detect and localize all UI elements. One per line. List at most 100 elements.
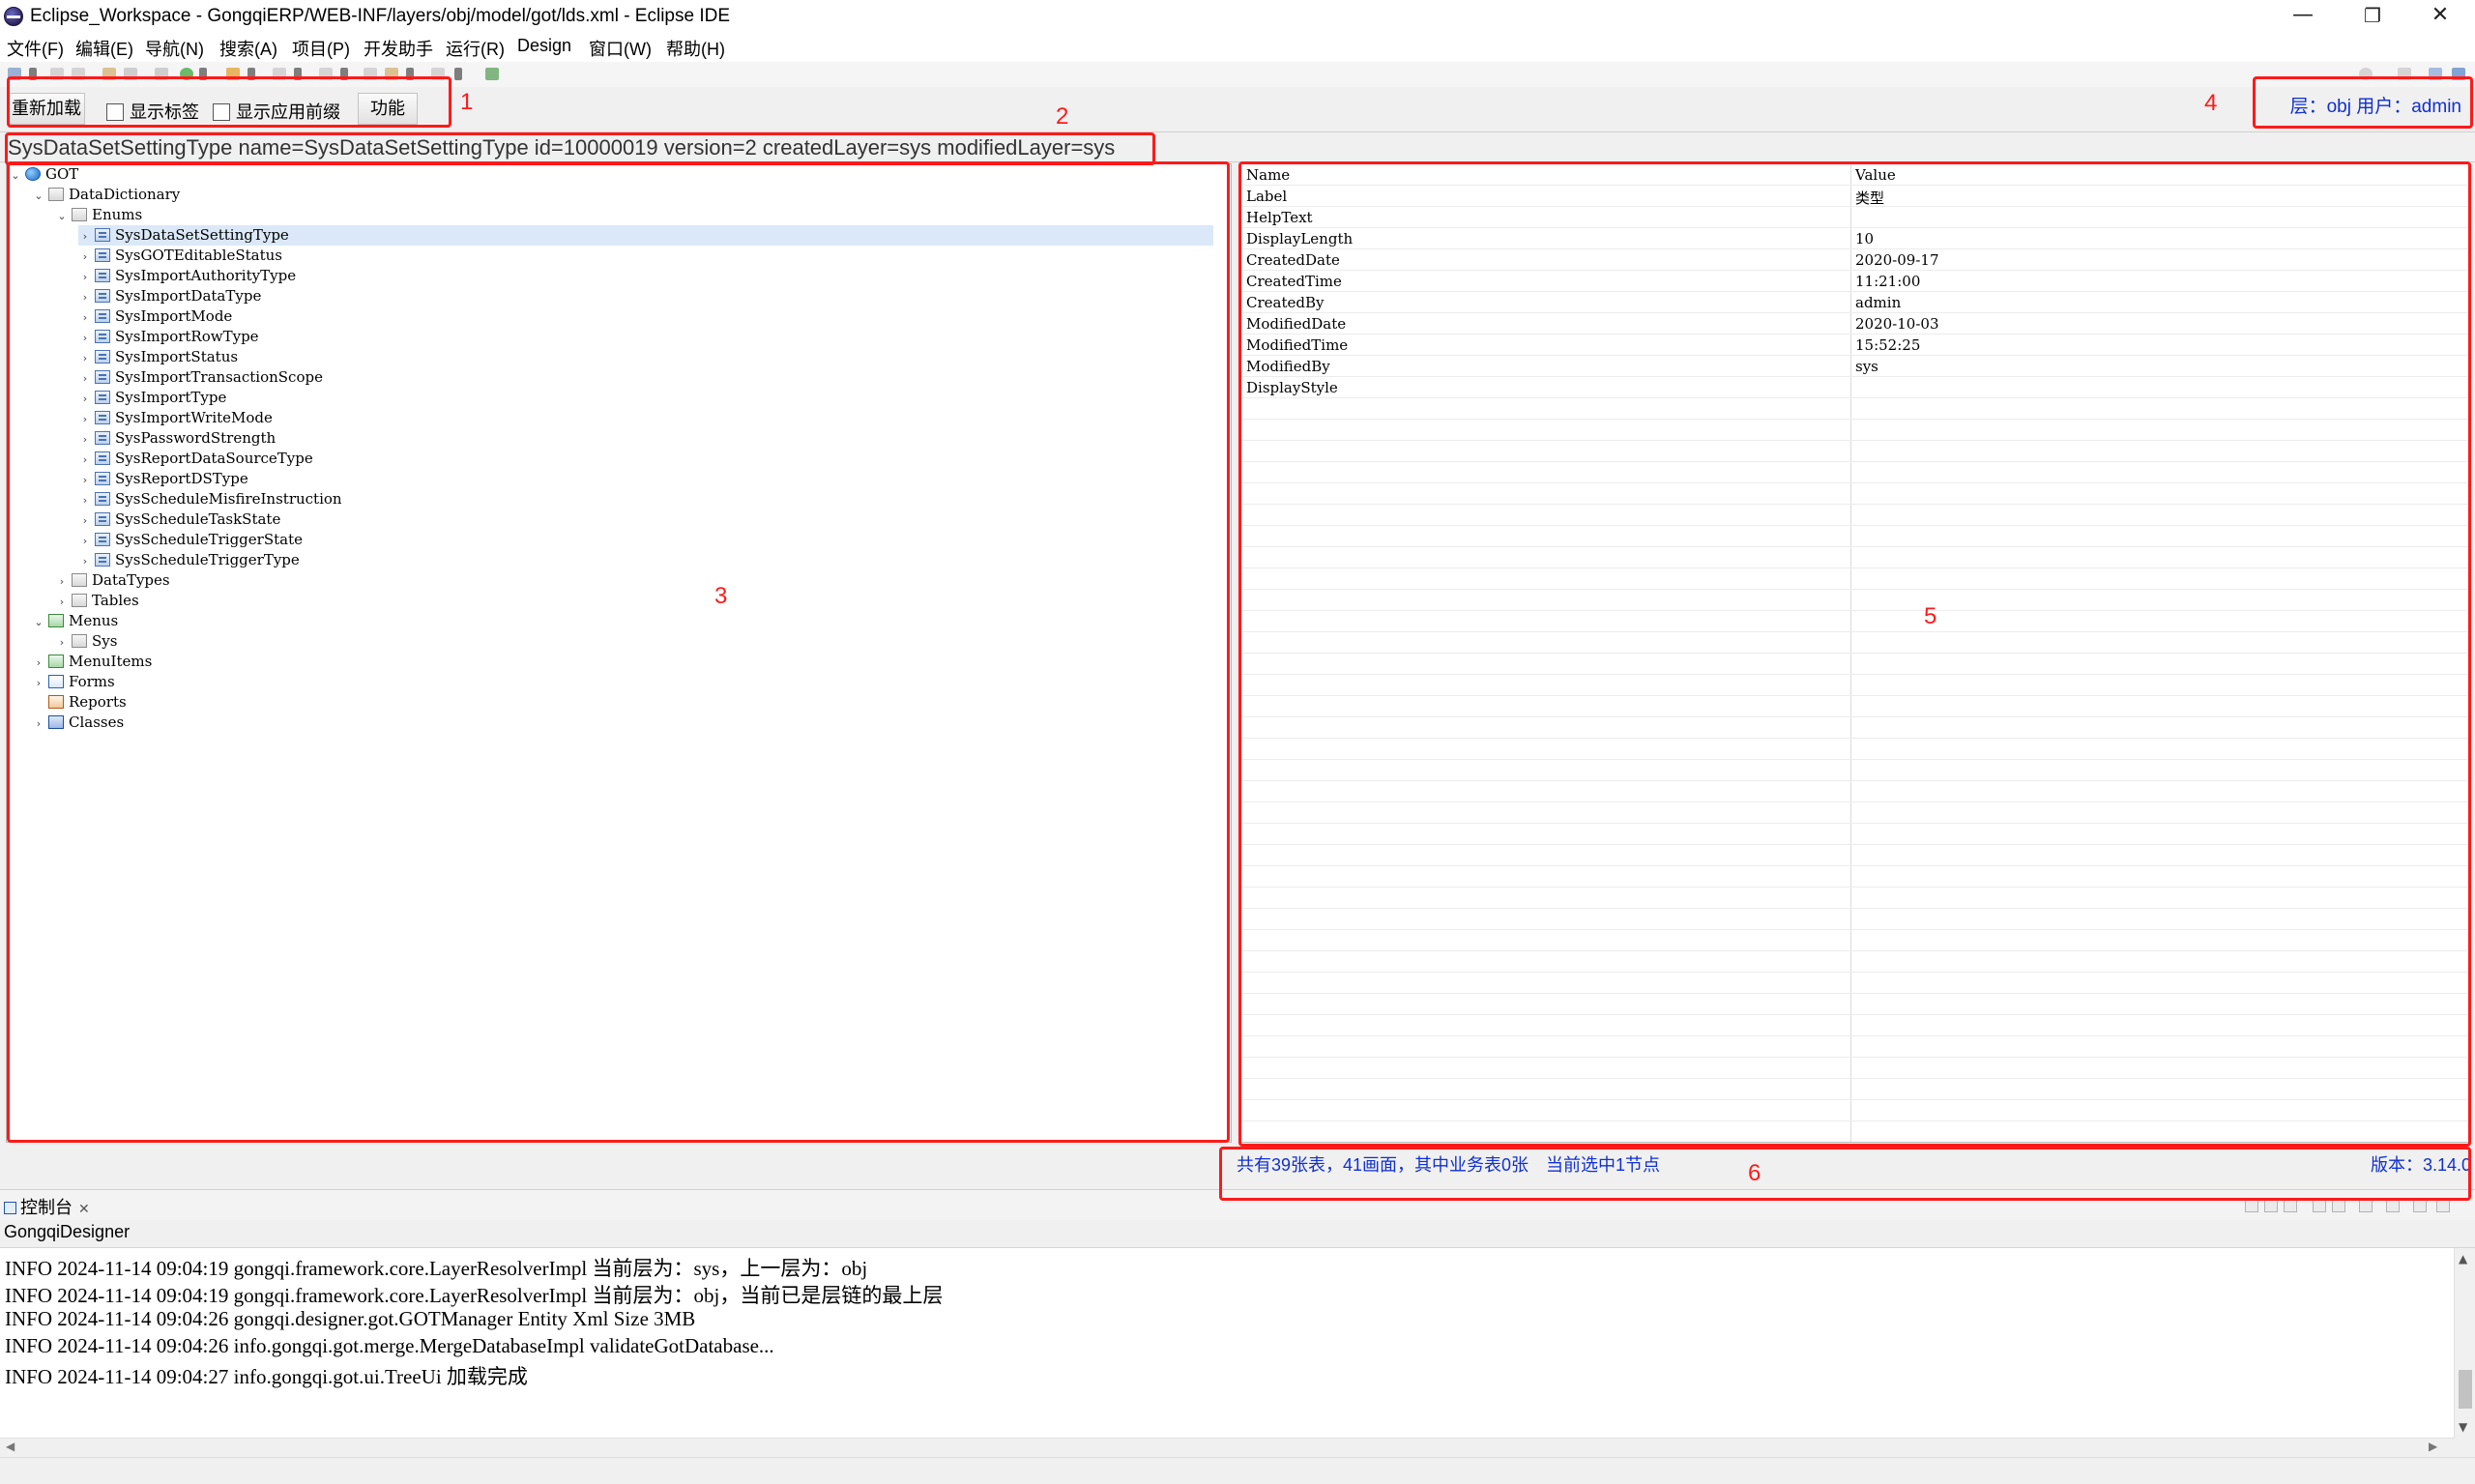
property-row[interactable]: DisplayLength 10 [1240, 228, 2470, 249]
build-icon[interactable] [102, 68, 116, 80]
property-value[interactable]: 类型 [1855, 188, 1884, 208]
close-button[interactable]: ✕ [2405, 0, 2475, 33]
menu-help[interactable]: 帮助(H) [666, 36, 725, 61]
property-value[interactable]: 2020-09-17 [1855, 251, 1938, 269]
checkbox-box[interactable] [106, 103, 124, 121]
expand-right-icon[interactable]: › [55, 571, 69, 592]
tree-node[interactable]: Reports [32, 692, 127, 713]
property-row[interactable]: DisplayStyle [1240, 377, 2470, 398]
property-row[interactable]: ModifiedDate 2020-10-03 [1240, 313, 2470, 335]
tree-node[interactable]: › MenuItems [32, 652, 153, 673]
menu-design[interactable]: Design [517, 36, 571, 56]
display-console-icon[interactable] [2332, 1199, 2345, 1212]
expand-right-icon[interactable]: › [78, 470, 92, 490]
dropdown-icon[interactable] [248, 68, 255, 80]
dropdown-icon[interactable] [340, 68, 348, 80]
step-icon[interactable] [155, 68, 168, 80]
tree-node[interactable]: › SysReportDSType [78, 469, 248, 489]
console-vertical-scrollbar[interactable]: ▲ ▼ [2454, 1248, 2475, 1439]
menu-window[interactable]: 窗口(W) [589, 36, 652, 61]
new-icon[interactable] [8, 68, 21, 80]
expand-right-icon[interactable]: › [78, 328, 92, 348]
word-wrap-icon[interactable] [2284, 1199, 2297, 1212]
tree-node[interactable]: › SysImportMode [78, 306, 233, 328]
close-tab-icon[interactable]: ✕ [78, 1201, 90, 1216]
view-menu-icon[interactable] [2386, 1199, 2400, 1212]
tree-node[interactable]: › SysImportWriteMode [78, 408, 273, 428]
menu-file[interactable]: 文件(F) [7, 36, 64, 61]
property-row[interactable]: Label 类型 [1240, 186, 2470, 207]
scroll-left-icon[interactable]: ◀ [6, 1440, 15, 1453]
tree-node[interactable]: › SysDataSetSettingType [78, 225, 1213, 246]
expand-right-icon[interactable]: › [78, 368, 92, 389]
java-perspective-icon[interactable] [2429, 68, 2442, 80]
scroll-down-icon[interactable]: ▼ [2459, 1420, 2467, 1434]
refresh-icon[interactable] [124, 68, 137, 80]
dropdown-icon[interactable] [454, 68, 462, 80]
tree-node[interactable]: › DataTypes [55, 570, 170, 591]
dropdown-icon[interactable] [294, 68, 302, 80]
last-edit-icon[interactable] [385, 68, 398, 80]
property-value[interactable]: 10 [1855, 230, 1874, 247]
clear-console-icon[interactable] [2245, 1199, 2258, 1212]
reload-button[interactable]: 重新加载 [8, 93, 85, 125]
perspective-icon[interactable] [2398, 68, 2411, 80]
expand-right-icon[interactable]: › [78, 267, 92, 287]
property-value[interactable]: 11:21:00 [1855, 273, 1920, 290]
expand-right-icon[interactable]: › [32, 673, 45, 693]
property-value[interactable]: 15:52:25 [1855, 336, 1920, 354]
menu-project[interactable]: 项目(P) [292, 36, 350, 61]
expand-down-icon[interactable]: ⌄ [32, 186, 45, 206]
tree-node[interactable]: › Tables [55, 591, 139, 611]
expand-down-icon[interactable]: ⌄ [55, 206, 69, 226]
menu-navigate[interactable]: 导航(N) [145, 36, 204, 61]
debug-perspective-icon[interactable] [2452, 68, 2465, 80]
minimize-view-icon[interactable] [2413, 1199, 2427, 1212]
pin-console-icon[interactable] [2313, 1199, 2326, 1212]
tree-node[interactable]: › SysImportRowType [78, 327, 259, 347]
tree-node[interactable]: › SysImportAuthorityType [78, 266, 296, 286]
tree-node[interactable]: › SysScheduleTriggerState [78, 530, 303, 550]
scroll-lock-icon[interactable] [2264, 1199, 2278, 1212]
expand-right-icon[interactable]: › [78, 429, 92, 450]
expand-right-icon[interactable]: › [78, 409, 92, 429]
property-row[interactable]: ModifiedBy sys [1240, 356, 2470, 377]
dropdown-icon[interactable] [29, 68, 37, 80]
tree-node[interactable]: › SysScheduleTriggerType [78, 550, 300, 570]
expand-right-icon[interactable]: › [78, 389, 92, 409]
tree-node[interactable]: › SysImportStatus [78, 347, 238, 367]
expand-right-icon[interactable]: › [78, 247, 92, 267]
tree-node[interactable]: ⌄ GOT [9, 164, 78, 185]
tree-node[interactable]: › SysImportTransactionScope [78, 367, 323, 388]
maximize-view-icon[interactable] [2436, 1199, 2450, 1212]
expand-right-icon[interactable]: › [78, 490, 92, 510]
property-row[interactable]: HelpText [1240, 207, 2470, 228]
property-row[interactable]: CreatedBy admin [1240, 292, 2470, 313]
expand-right-icon[interactable]: › [32, 653, 45, 673]
show-prefix-checkbox[interactable]: 显示应用前缀 [213, 99, 340, 122]
console-tab[interactable]: 控制台 ✕ [4, 1194, 90, 1219]
open-console-icon[interactable] [2359, 1199, 2373, 1212]
tree-node[interactable]: › SysImportDataType [78, 286, 262, 307]
forward-icon[interactable] [431, 68, 445, 80]
back-icon[interactable] [364, 68, 377, 80]
property-value[interactable]: sys [1855, 358, 1878, 375]
dropdown-icon[interactable] [406, 68, 414, 80]
minimize-button[interactable]: — [2268, 0, 2338, 33]
menu-run[interactable]: 运行(R) [446, 36, 505, 61]
tree-node[interactable]: › SysGOTEditableStatus [78, 246, 282, 266]
property-row[interactable]: CreatedTime 11:21:00 [1240, 271, 2470, 292]
save-icon[interactable] [50, 68, 64, 80]
tree-node[interactable]: › SysScheduleTaskState [78, 509, 281, 530]
expand-right-icon[interactable]: › [78, 287, 92, 307]
console-output[interactable]: INFO 2024-11-14 09:04:19 gongqi.framewor… [0, 1247, 2475, 1439]
scroll-thumb[interactable] [2459, 1370, 2472, 1409]
expand-right-icon[interactable]: › [78, 307, 92, 328]
property-value[interactable]: 2020-10-03 [1855, 315, 1938, 333]
expand-down-icon[interactable]: ⌄ [32, 612, 45, 632]
expand-right-icon[interactable]: › [32, 713, 45, 734]
tree-node[interactable]: › Forms [32, 672, 115, 692]
menu-search[interactable]: 搜索(A) [219, 36, 277, 61]
scroll-right-icon[interactable]: ▶ [2429, 1440, 2437, 1453]
restore-button[interactable]: ❐ [2338, 0, 2407, 33]
